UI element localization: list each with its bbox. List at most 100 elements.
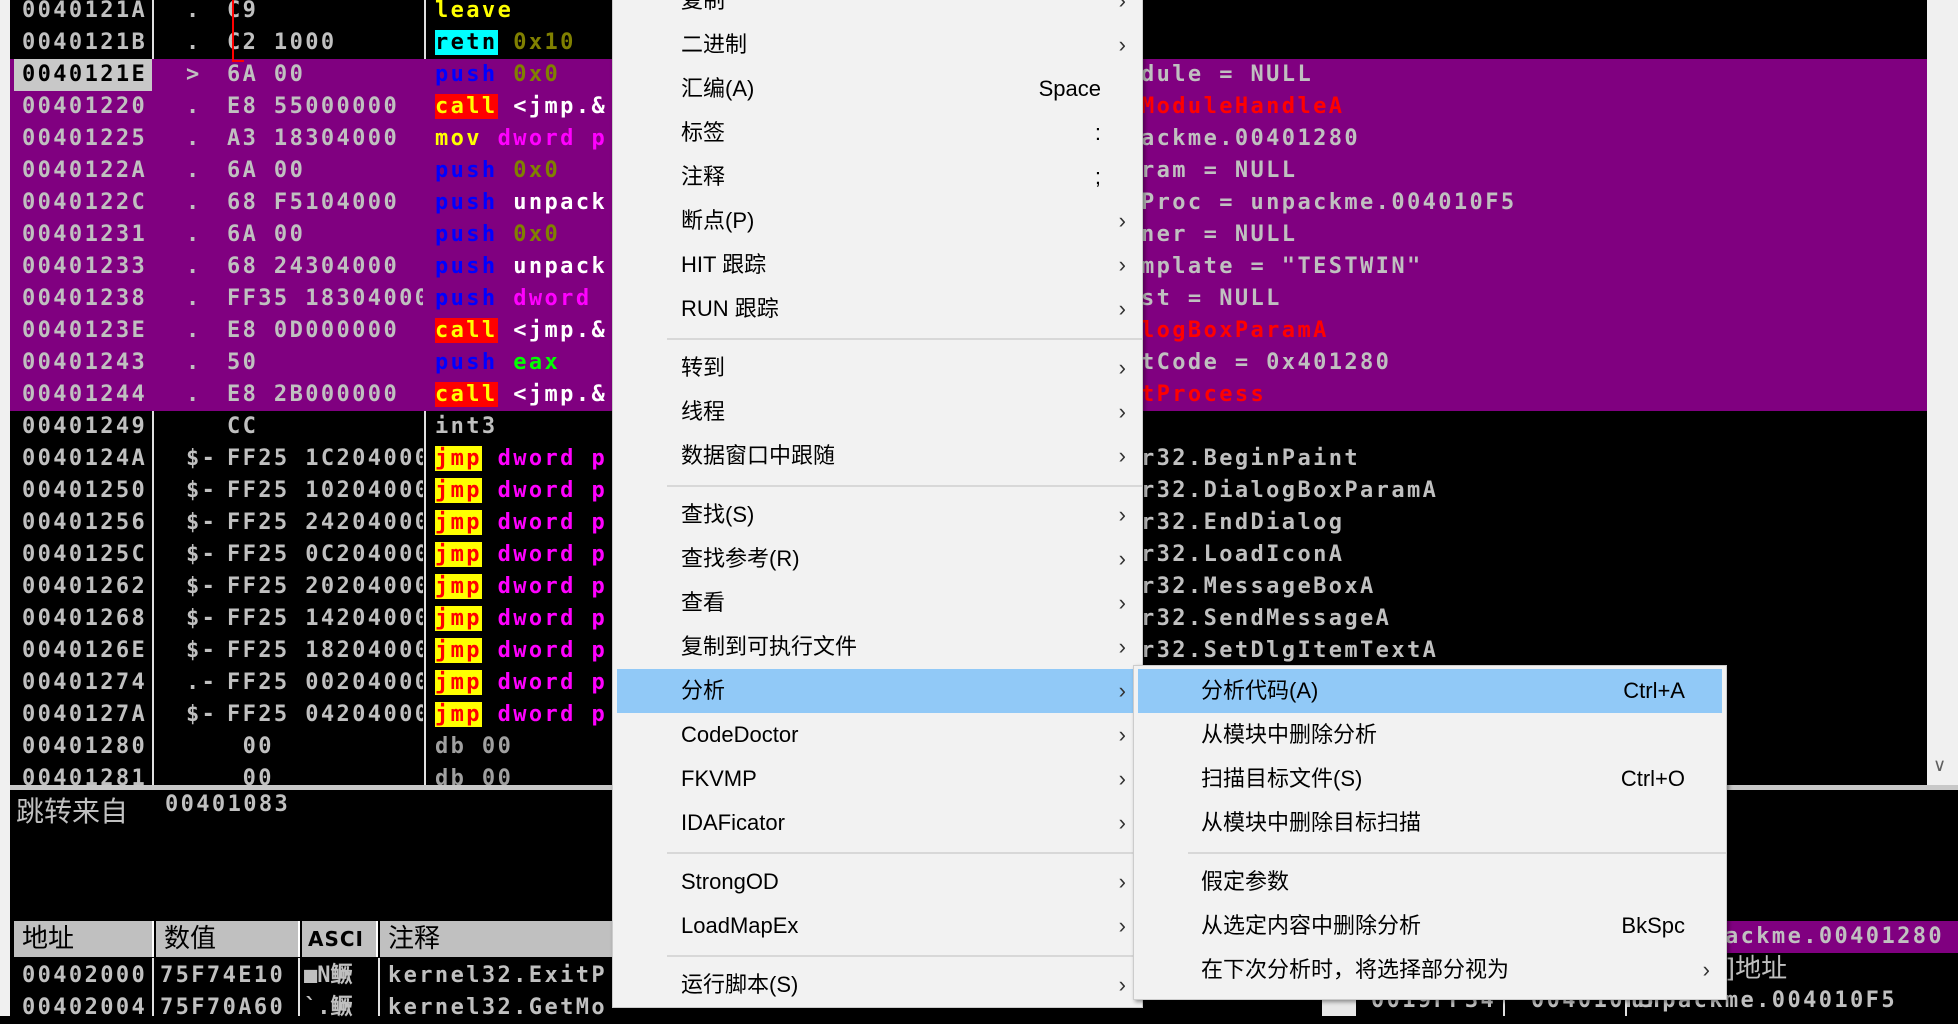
instruction-token: dword p [481,126,608,151]
instruction-token: push [435,350,498,375]
menu-item[interactable]: 断点(P) › [617,199,1138,243]
dump-comment[interactable]: kernel32.GetMo [388,992,607,1024]
menu-item-label: 从选定内容中删除分析 [1201,913,1422,938]
menu-item-label: 查找(S) [681,502,755,527]
column-divider [378,958,380,1016]
row-address: 0040122A [22,158,148,183]
menu-item[interactable]: 从模块中删除分析 [1138,713,1722,757]
menu-item[interactable]: 在下次分析时，将选择部分视为 › [1138,948,1722,992]
dump-value[interactable]: 75F70A60 [160,992,285,1024]
menu-item[interactable]: 数据窗口中跟随 › [617,434,1138,478]
menu-item[interactable]: 从选定内容中删除分析 BkSpc [1138,904,1722,948]
row-address: 00401244 [22,382,148,407]
menu-item-label: 假定参数 [1201,869,1290,894]
dump-header-ascii[interactable]: ASCI [302,921,378,957]
dump-header-value[interactable]: 数值 [156,921,300,957]
row-comment: Proc = unpackme.004010F5 [1141,190,1517,215]
context-menu[interactable]: 复制 › 二进制 › 汇编(A) Space 标签: 注释; 断点(P) › HIT 跟踪 › RUN … [612,0,1143,1008]
menu-item[interactable]: 假定参数 [1138,860,1722,904]
menu-item[interactable]: LoadMapEx › [617,904,1138,948]
menu-item-label: 复制到可执行文件 [681,634,858,659]
row-marker: $- [186,606,218,631]
stack-row[interactable]: ]地址 [1725,953,1787,985]
row-marker: . [186,0,202,23]
row-address: 00401256 [22,510,148,535]
menu-item[interactable]: CodeDoctor › [617,713,1138,757]
row-marker: $- [186,446,218,471]
chevron-right-icon: › [1118,766,1126,791]
analysis-submenu[interactable]: 分析代码(A) Ctrl+A 从模块中删除分析 扫描目标文件(S) Ctrl+O 从模块中… [1133,665,1727,1000]
row-address: 0040122C [22,190,148,215]
menu-item[interactable]: HIT 跟踪 › [617,243,1138,287]
row-instruction: jmp dword p [435,475,607,507]
menu-item[interactable]: RUN 跟踪 › [617,287,1138,331]
row-comment: r32.LoadIconA [1141,542,1345,567]
menu-item-shortcut: Space [1038,76,1101,101]
menu-item[interactable]: StrongOD › [617,860,1138,904]
dump-address[interactable]: 00402004 [22,992,147,1024]
menu-item[interactable]: 分析代码(A) Ctrl+A [1138,669,1722,713]
row-instruction: db 00 [435,731,513,763]
row-marker: . [186,30,202,55]
menu-item-label: 注释 [681,164,726,189]
menu-item[interactable]: FKVMP › [617,757,1138,801]
row-address: 0040126E [22,638,148,663]
menu-separator [613,478,1142,493]
chevron-right-icon: › [1118,296,1126,321]
menu-item[interactable]: 运行脚本(S) › [617,963,1138,1007]
menu-item-label: 二进制 [681,32,748,57]
menu-item-label: 数据窗口中跟随 [681,443,836,468]
menu-item[interactable]: 注释; [617,155,1138,199]
row-instruction: jmp dword p [435,603,607,635]
instruction-token: dword [497,286,592,311]
menu-item-shortcut: BkSpc [1621,913,1685,938]
menu-item[interactable]: 查找参考(R) › [617,537,1138,581]
row-instruction: push 0x0 [435,155,560,187]
chevron-right-icon: › [1118,443,1126,468]
menu-item[interactable]: IDAFicator › [617,801,1138,845]
menu-item[interactable]: 查找(S) › [617,493,1138,537]
menu-item[interactable]: 查看 › [617,581,1138,625]
stack-row[interactable]: ackme.00401280 [1725,921,1944,953]
chevron-down-icon[interactable]: ∨ [1933,755,1946,776]
menu-item-label: 线程 [681,399,726,424]
menu-item[interactable]: 标签: [617,111,1138,155]
dump-comment[interactable]: kernel32.ExitP [388,960,607,992]
menu-item[interactable]: 线程 › [617,390,1138,434]
row-comment: r32.SendMessageA [1141,606,1392,631]
dump-header-comment[interactable]: 注释 [380,921,640,957]
row-hex-bytes: FF25 00204000 [227,670,423,695]
menu-item[interactable]: 复制 › [617,0,1138,23]
row-address: 0040121A [22,0,148,23]
row-hex-bytes: FF25 14204000 [227,606,423,631]
row-marker: $- [186,510,218,535]
instruction-token: dword p [481,510,608,535]
row-comment: tCode = 0x401280 [1141,350,1392,375]
chevron-right-icon: › [1118,810,1126,835]
row-instruction: mov dword p [435,123,607,155]
row-comment: logBoxParamA [1141,318,1329,343]
menu-item[interactable]: 汇编(A) Space [617,67,1138,111]
menu-item[interactable]: 扫描目标文件(S) Ctrl+O [1138,757,1722,801]
row-hex-bytes: C9 [227,0,259,23]
menu-item[interactable]: 二进制 › [617,23,1138,67]
vertical-scrollbar[interactable] [1927,0,1958,785]
instruction-token: dword p [481,670,608,695]
dump-ascii[interactable]: `.鳜 [304,992,353,1024]
menu-item[interactable]: 分析 › [617,669,1138,713]
row-address: 00401220 [22,94,148,119]
column-divider [298,958,300,1016]
row-comment: r32.BeginPaint [1141,446,1361,471]
dump-address[interactable]: 00402000 [22,960,147,992]
row-instruction: jmp dword p [435,571,607,603]
row-hex-bytes: FF25 18204000 [227,638,423,663]
row-marker: . [186,222,202,247]
menu-item[interactable]: 复制到可执行文件 › [617,625,1138,669]
row-marker: $- [186,574,218,599]
menu-item[interactable]: 从模块中删除目标扫描 [1138,801,1722,845]
menu-item-shortcut: Ctrl+O [1620,766,1685,791]
dump-ascii[interactable]: ■N鳜 [304,960,353,992]
dump-value[interactable]: 75F74E10 [160,960,285,992]
menu-item[interactable]: 转到 › [617,346,1138,390]
dump-header-address[interactable]: 地址 [14,921,154,957]
